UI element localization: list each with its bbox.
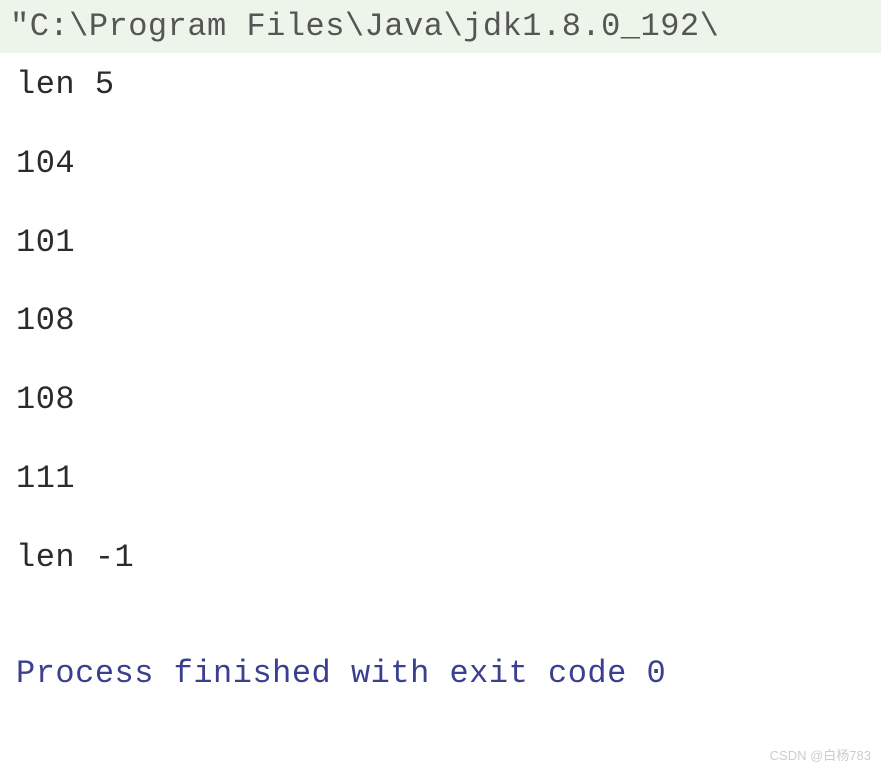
output-line: 108 bbox=[16, 299, 865, 344]
output-line: len 5 bbox=[16, 63, 865, 108]
output-line: len -1 bbox=[16, 536, 865, 581]
console-output: len 5 104 101 108 108 111 len -1 bbox=[0, 53, 881, 581]
spacer bbox=[0, 615, 881, 655]
watermark: CSDN @白杨783 bbox=[770, 745, 871, 764]
command-line: "C:\Program Files\Java\jdk1.8.0_192\ bbox=[0, 0, 881, 53]
output-line: 101 bbox=[16, 221, 865, 266]
output-line: 111 bbox=[16, 457, 865, 502]
exit-message: Process finished with exit code 0 bbox=[0, 655, 881, 692]
output-line: 108 bbox=[16, 378, 865, 423]
output-line: 104 bbox=[16, 142, 865, 187]
